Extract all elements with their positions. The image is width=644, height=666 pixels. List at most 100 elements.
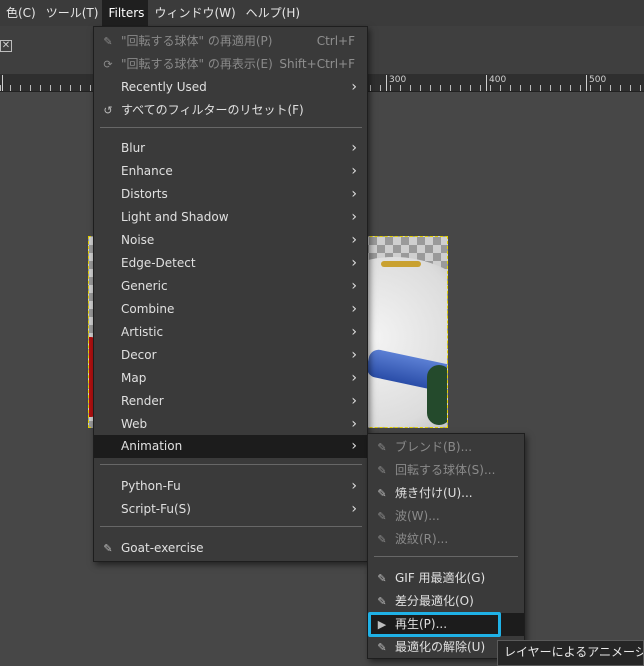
menu-item-label: 焼き付け(U)...: [395, 486, 473, 500]
chevron-right-icon: ›: [351, 301, 357, 317]
menu-item-label: "回転する球体" の再表示(E): [121, 57, 273, 71]
menu-item-rippling[interactable]: ✎ 波紋(R)...: [368, 528, 524, 551]
menu-item-reset-all[interactable]: ↺ すべてのフィルターのリセット(F): [94, 99, 367, 122]
menu-item-reapply[interactable]: ✎ "回転する球体" の再適用(P) Ctrl+F: [94, 30, 367, 53]
plugin-icon: ✎: [377, 572, 387, 585]
menu-item-animation[interactable]: Animation ›: [94, 435, 367, 458]
menu-item-distorts[interactable]: Distorts ›: [94, 183, 367, 206]
menu-item-recently-used[interactable]: Recently Used ›: [94, 76, 367, 99]
menu-item-spinning-globe[interactable]: ✎ 回転する球体(S)...: [368, 459, 524, 482]
ruler-label: 300: [389, 75, 407, 85]
menu-item-label: Generic: [121, 279, 168, 293]
menu-item-label: "回転する球体" の再適用(P): [121, 34, 273, 48]
chevron-right-icon: ›: [351, 163, 357, 179]
menu-item-label: Python-Fu: [121, 479, 181, 493]
chevron-right-icon: ›: [351, 393, 357, 409]
chevron-right-icon: ›: [351, 438, 357, 454]
menu-item-label: Edge-Detect: [121, 256, 196, 270]
chevron-right-icon: ›: [351, 501, 357, 517]
ruler-label: 400: [489, 75, 507, 85]
menu-item-noise[interactable]: Noise ›: [94, 229, 367, 252]
menu-item-accel: Ctrl+F: [316, 34, 355, 48]
menu-item-label: Animation: [121, 439, 183, 453]
chevron-right-icon: ›: [351, 255, 357, 271]
menu-tools[interactable]: ツール(T): [40, 0, 103, 26]
menu-item-label: Combine: [121, 302, 175, 316]
ruler-major-tick: [386, 75, 387, 91]
menu-item-optimize-difference[interactable]: ✎ 差分最適化(O): [368, 590, 524, 613]
menu-item-goat-exercise[interactable]: ✎ Goat-exercise: [94, 537, 367, 560]
menu-item-blend[interactable]: ✎ ブレンド(B)...: [368, 436, 524, 459]
menu-item-label: Decor: [121, 348, 157, 362]
menu-item-decor[interactable]: Decor ›: [94, 344, 367, 367]
menu-item-label: Render: [121, 394, 164, 408]
plugin-icon: ✎: [103, 35, 113, 48]
menu-item-web[interactable]: Web ›: [94, 413, 367, 436]
chevron-right-icon: ›: [351, 370, 357, 386]
menu-item-map[interactable]: Map ›: [94, 367, 367, 390]
menu-item-label: Artistic: [121, 325, 164, 339]
menu-color[interactable]: 色(C): [0, 0, 40, 26]
menu-item-label: Blur: [121, 141, 146, 155]
menu-help[interactable]: ヘルプ(H): [240, 0, 304, 26]
menu-separator: [100, 127, 362, 128]
menu-item-label: Noise: [121, 233, 155, 247]
menu-item-generic[interactable]: Generic ›: [94, 275, 367, 298]
menu-item-render[interactable]: Render ›: [94, 390, 367, 413]
menu-item-python-fu[interactable]: Python-Fu ›: [94, 475, 367, 498]
menu-item-label: ブレンド(B)...: [395, 440, 473, 454]
plugin-icon: ✎: [377, 510, 387, 523]
tooltip: レイヤーによるアニメーション: [497, 640, 644, 666]
sphere-green-patch: [427, 365, 447, 425]
reset-icon: ↺: [103, 104, 113, 117]
close-icon[interactable]: ✕: [0, 40, 12, 52]
menu-item-label: GIF 用最適化(G): [395, 571, 486, 585]
menu-item-label: Script-Fu(S): [121, 502, 191, 516]
menu-item-edge-detect[interactable]: Edge-Detect ›: [94, 252, 367, 275]
menu-item-burn-in[interactable]: ✎ 焼き付け(U)...: [368, 482, 524, 505]
menu-item-enhance[interactable]: Enhance ›: [94, 160, 367, 183]
plugin-icon: ✎: [377, 487, 387, 500]
focus-highlight: [368, 612, 501, 637]
menu-item-label: Light and Shadow: [121, 210, 229, 224]
chevron-right-icon: ›: [351, 140, 357, 156]
menu-item-label: 最適化の解除(U): [395, 640, 486, 654]
menu-item-label: 波(W)...: [395, 509, 440, 523]
ruler-label: 500: [589, 75, 607, 85]
reshow-icon: ⟳: [103, 58, 113, 71]
menu-item-waves[interactable]: ✎ 波(W)...: [368, 505, 524, 528]
menu-item-label: Recently Used: [121, 80, 207, 94]
menubar: 色(C) ツール(T) Filters ウィンドウ(W) ヘルプ(H): [0, 0, 644, 26]
plugin-icon: ✎: [377, 641, 387, 654]
menu-item-artistic[interactable]: Artistic ›: [94, 321, 367, 344]
menu-item-optimize-gif[interactable]: ✎ GIF 用最適化(G): [368, 567, 524, 590]
ruler-major-tick: [2, 75, 3, 91]
chevron-right-icon: ›: [351, 347, 357, 363]
sphere-gold-band: [381, 261, 421, 267]
menu-item-label: Map: [121, 371, 147, 385]
menu-item-reshow[interactable]: ⟳ "回転する球体" の再表示(E) Shift+Ctrl+F: [94, 53, 367, 76]
menu-item-accel: Shift+Ctrl+F: [279, 57, 355, 71]
menu-windows[interactable]: ウィンドウ(W): [148, 0, 239, 26]
menu-item-blur[interactable]: Blur ›: [94, 137, 367, 160]
menu-item-combine[interactable]: Combine ›: [94, 298, 367, 321]
menu-separator: [100, 526, 362, 527]
menu-item-label: Web: [121, 417, 148, 431]
menu-item-label: 波紋(R)...: [395, 532, 449, 546]
menu-item-label: 回転する球体(S)...: [395, 463, 496, 477]
menu-item-label: Goat-exercise: [121, 541, 204, 555]
chevron-right-icon: ›: [351, 209, 357, 225]
menu-item-script-fu[interactable]: Script-Fu(S) ›: [94, 498, 367, 521]
menu-separator: [100, 464, 362, 465]
chevron-right-icon: ›: [351, 186, 357, 202]
chevron-right-icon: ›: [351, 416, 357, 432]
menu-item-light-and-shadow[interactable]: Light and Shadow ›: [94, 206, 367, 229]
plugin-icon: ✎: [377, 441, 387, 454]
plugin-icon: ✎: [103, 542, 113, 555]
ruler-major-tick: [586, 75, 587, 91]
plugin-icon: ✎: [377, 464, 387, 477]
chevron-right-icon: ›: [351, 478, 357, 494]
menu-filters[interactable]: Filters: [102, 0, 149, 26]
chevron-right-icon: ›: [351, 324, 357, 340]
menu-item-label: Enhance: [121, 164, 173, 178]
